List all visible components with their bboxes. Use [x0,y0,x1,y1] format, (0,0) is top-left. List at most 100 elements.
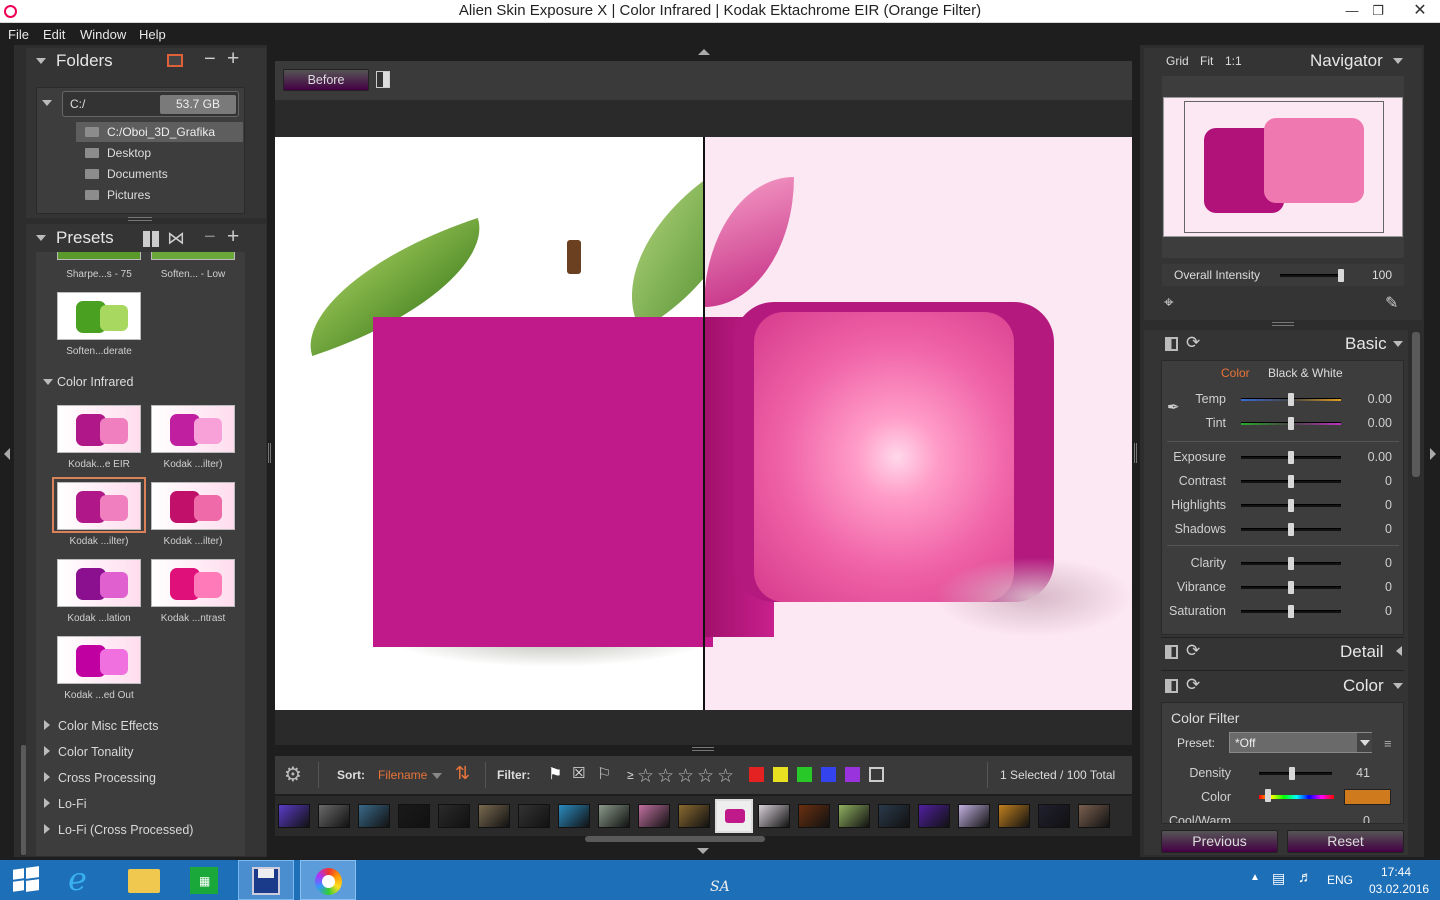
filmstrip-scrollbar[interactable] [585,836,765,842]
preset-category[interactable]: Color Tonality [44,745,134,759]
preset-category[interactable]: Lo-Fi (Cross Processed) [44,823,193,837]
clock-time[interactable]: 17:44 [1381,865,1411,879]
menu-file[interactable]: File [8,27,29,42]
mode-bw-tab[interactable]: Black & White [1268,366,1343,380]
before-button[interactable]: Before [283,69,369,91]
slider-tint[interactable] [1241,417,1341,430]
save-app-icon[interactable] [238,860,294,900]
collapse-top-icon[interactable] [698,49,710,55]
filmstrip-thumb[interactable] [1038,804,1070,828]
slider-knob[interactable] [1288,451,1294,464]
preset-group-title[interactable]: Color Infrared [57,375,133,389]
preset-thumbnail[interactable] [57,252,141,260]
drive-expand-icon[interactable] [42,100,52,106]
filmstrip-thumb[interactable] [998,804,1030,828]
slider-knob[interactable] [1288,605,1294,618]
star-icon[interactable]: ☆ [717,765,734,788]
settings-gear-icon[interactable]: ⚙ [284,762,302,787]
slider-knob[interactable] [1288,499,1294,512]
panel-toggle-icon[interactable] [1165,337,1178,351]
volume-icon[interactable]: ♬ [1298,869,1313,886]
add-folder-icon[interactable] [167,54,183,67]
color-collapse-icon[interactable] [1393,683,1403,689]
color-filter-blue[interactable] [821,767,836,782]
color-filter-yellow[interactable] [773,767,788,782]
nav-tab-fit[interactable]: Fit [1200,54,1213,68]
slider-saturation[interactable] [1241,605,1341,618]
presets-collapse-icon[interactable] [36,235,46,241]
filmstrip-selected-thumb[interactable] [715,799,753,833]
language-indicator[interactable]: ENG [1327,873,1353,887]
add-preset-icon[interactable]: + [227,225,239,249]
previous-button[interactable]: Previous [1161,830,1278,853]
split-divider[interactable] [703,137,705,710]
reset-panel-icon[interactable]: ⟳ [1186,675,1200,695]
preset-thumbnail[interactable] [57,636,141,684]
drive-row[interactable]: C:/ 53.7 GB [62,91,239,117]
folder-item[interactable]: Documents [85,167,168,181]
star-icon[interactable]: ☆ [697,765,714,788]
filmstrip-thumb[interactable] [318,804,350,828]
filmstrip-thumb[interactable] [838,804,870,828]
preset-thumbnail[interactable] [151,482,235,530]
color-preset-dropdown[interactable]: *Off [1229,732,1372,753]
reset-button[interactable]: Reset [1287,830,1404,853]
group-expand-icon[interactable] [43,379,53,385]
menu-help[interactable]: Help [139,27,166,42]
collapse-right-icon[interactable] [1430,448,1436,460]
collapse-all-icon[interactable]: ⋈ [167,228,185,249]
filmstrip-thumb[interactable] [638,804,670,828]
preset-thumbnail[interactable] [151,559,235,607]
sort-direction-icon[interactable]: ⇅ [455,763,470,784]
file-explorer-icon[interactable] [116,860,172,900]
menu-edit[interactable]: Edit [43,27,65,42]
preset-thumbnail-selected[interactable] [57,482,141,530]
color-filter-none[interactable] [869,767,884,782]
filmstrip-thumb[interactable] [278,804,310,828]
filmstrip-thumb[interactable] [678,804,710,828]
presets-scrollbar[interactable] [21,745,26,855]
splitter-handle[interactable] [128,217,152,221]
detail-expand-icon[interactable] [1396,646,1402,656]
slider-knob[interactable] [1288,475,1294,488]
preset-category[interactable]: Lo-Fi [44,797,86,811]
image-canvas[interactable] [275,137,1132,710]
brush-icon[interactable]: ✎ [1385,293,1398,313]
slider-clarity[interactable] [1241,557,1341,570]
preset-thumbnail[interactable] [151,252,235,260]
filmstrip-thumb[interactable] [558,804,590,828]
split-view-icon[interactable] [376,71,390,88]
filmstrip-thumb[interactable] [398,804,430,828]
star-icon[interactable]: ☆ [677,765,694,788]
slider-knob[interactable] [1288,581,1294,594]
collapse-bottom-icon[interactable] [697,848,709,854]
slider-knob[interactable] [1288,557,1294,570]
collapse-left-icon[interactable] [4,448,10,460]
slider-vibrance[interactable] [1241,581,1341,594]
filmstrip-thumb[interactable] [918,804,950,828]
preset-thumbnail[interactable] [57,405,141,453]
flag-pick-icon[interactable]: ⚑ [548,764,562,784]
nav-tab-1to1[interactable]: 1:1 [1225,54,1242,68]
color-filter-red[interactable] [749,767,764,782]
panel-toggle-icon[interactable] [1165,645,1178,659]
start-button[interactable] [0,860,56,900]
preset-category[interactable]: Cross Processing [44,771,156,785]
store-icon[interactable]: ▦ [176,860,232,900]
slider-shadows[interactable] [1241,523,1341,536]
sort-chevron-down-icon[interactable] [432,773,442,779]
crop-icon[interactable]: ⌖ [1164,293,1174,313]
exposure-app-icon[interactable] [300,860,356,900]
nav-tab-grid[interactable]: Grid [1166,54,1189,68]
splitter-handle[interactable] [692,747,714,751]
navigator-preview[interactable] [1163,97,1403,237]
star-icon[interactable]: ☆ [637,765,654,788]
filmstrip-thumb[interactable] [878,804,910,828]
color-filter-green[interactable] [797,767,812,782]
reset-panel-icon[interactable]: ⟳ [1186,333,1200,353]
filmstrip-thumb[interactable] [958,804,990,828]
preset-thumbnail[interactable] [151,405,235,453]
slider-knob[interactable] [1338,269,1344,282]
adjustments-scrollbar[interactable] [1412,332,1420,477]
filmstrip-thumb[interactable] [798,804,830,828]
